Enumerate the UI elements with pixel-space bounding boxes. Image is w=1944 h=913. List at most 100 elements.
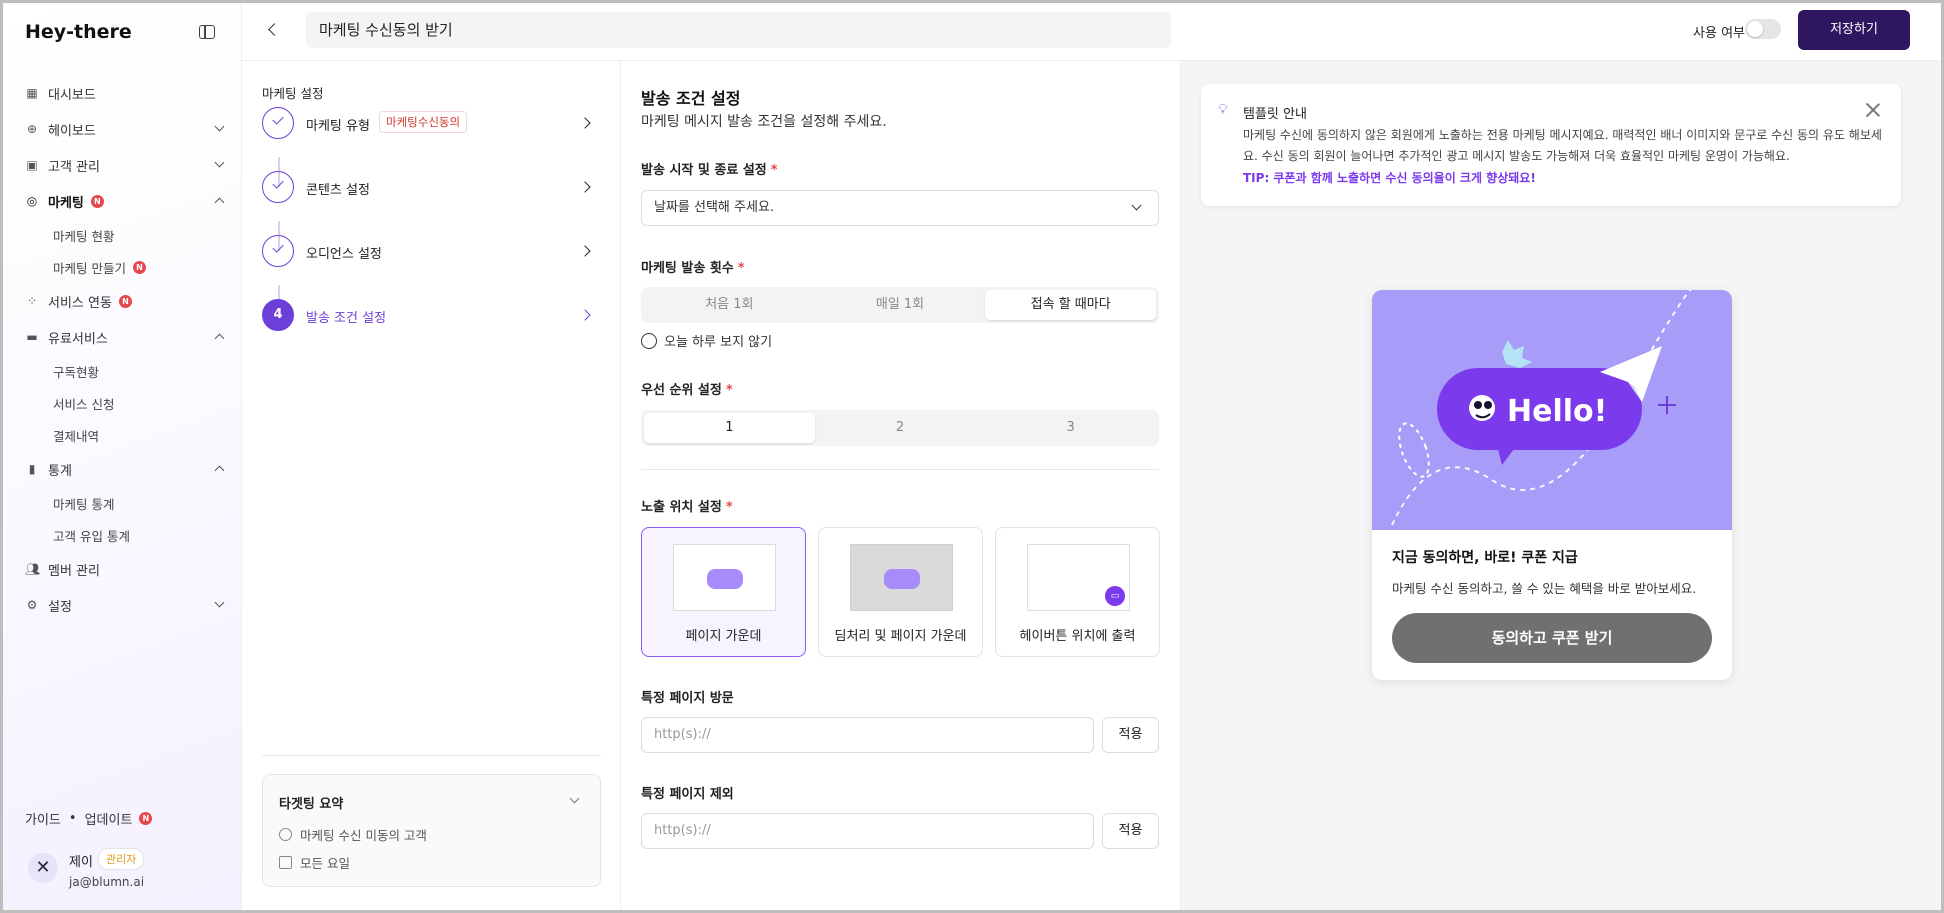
dashboard-icon: ▦ [26, 86, 38, 100]
sidebar-subitem-payments[interactable]: 결제내역 [25, 419, 225, 451]
close-icon[interactable] [1865, 102, 1881, 118]
sidebar-subitem-subscription[interactable]: 구독현황 [25, 355, 225, 387]
visit-url-input[interactable]: http(s):// [641, 717, 1094, 753]
new-badge: N [139, 812, 153, 825]
chat-bubble-icon: ▭ [1105, 586, 1125, 606]
separator-dot: • [68, 811, 77, 826]
step-audience[interactable]: 오디언스 설정 [262, 235, 597, 269]
exclude-apply-button[interactable]: 적용 [1102, 813, 1159, 849]
step-number: 4 [262, 299, 294, 331]
position-option-heybutton[interactable]: ▭ 헤이버튼 위치에 출력 [995, 527, 1160, 657]
step-send-conditions[interactable]: 4 발송 조건 설정 [262, 299, 597, 333]
steps-title: 마케팅 설정 [262, 86, 324, 101]
summary-title: 타겟팅 요약 [279, 797, 344, 812]
sidebar-subitem-marketing-create[interactable]: 마케팅 만들기 N [25, 251, 225, 283]
use-toggle[interactable] [1745, 19, 1781, 39]
sidebar-item-settings[interactable]: ⚙ 설정 [25, 587, 225, 623]
user-profile[interactable]: ✕ 제이 관리자 ja@blumn.ai [25, 848, 225, 894]
sidebar-item-marketing[interactable]: ◎ 마케팅 N [25, 183, 225, 219]
required-mark: * [725, 383, 733, 398]
sidebar-item-customers[interactable]: ▣ 고객 관리 [25, 147, 225, 183]
priority-segmented-control: 1 2 3 [641, 410, 1159, 446]
frequency-option-every-visit[interactable]: 접속 할 때마다 [985, 290, 1157, 320]
required-mark: * [770, 163, 778, 178]
hide-today-checkbox[interactable]: 오늘 하루 보지 않기 [641, 331, 772, 350]
sidebar-item-heyboard[interactable]: ⊕ 헤이보드 [25, 111, 225, 147]
marketing-type-tag: 마케팅수신동의 [379, 111, 468, 133]
sidebar-subitem-marketing-stats[interactable]: 마케팅 통계 [25, 487, 225, 519]
back-arrow-icon[interactable] [268, 23, 281, 36]
sidebar-item-dashboard[interactable]: ▦ 대시보드 [25, 75, 225, 111]
step-label: 마케팅 유형 [306, 119, 370, 134]
banner-hello-text: Hello! [1507, 394, 1607, 429]
frequency-option-daily-once[interactable]: 매일 1회 [815, 290, 986, 320]
sidebar-nav: ▦ 대시보드 ⊕ 헤이보드 ▣ 고객 관리 ◎ 마케팅 N 마케팅 현황 마케팅… [25, 75, 225, 623]
chevron-down-icon [1131, 200, 1142, 211]
check-circle-icon [262, 107, 294, 139]
guide-link[interactable]: 가이드 [25, 809, 61, 828]
chevron-down-icon[interactable] [569, 793, 580, 804]
required-mark: * [737, 261, 745, 276]
sidebar-item-paid-services[interactable]: ▬ 유료서비스 [25, 319, 225, 355]
new-badge: N [90, 194, 104, 208]
summary-row: 모든 요일 [279, 853, 350, 872]
checkbox-circle-icon[interactable] [641, 332, 657, 349]
visit-apply-button[interactable]: 적용 [1102, 717, 1159, 753]
chevron-up-icon [214, 197, 225, 208]
plus-circle-icon: ⊕ [26, 122, 38, 136]
calendar-icon [279, 856, 292, 869]
frequency-option-first-once[interactable]: 처음 1회 [644, 290, 815, 320]
sidebar-item-members[interactable]: 👥︎ 멤버 관리 [25, 551, 225, 587]
targeting-summary[interactable]: 타겟팅 요약 마케팅 수신 미동의 고객 모든 요일 [262, 774, 601, 887]
exclude-label: 특정 페이지 제외 [641, 787, 734, 802]
sidebar-item-label: 마케팅 만들기 [53, 260, 126, 276]
step-marketing-type[interactable]: 마케팅 유형 마케팅수신동의 [262, 107, 597, 141]
date-select[interactable]: 날짜를 선택해 주세요. [641, 190, 1159, 226]
priority-label: 우선 순위 설정 * [641, 379, 733, 398]
sidebar-item-integrations[interactable]: ⁘ 서비스 연동 N [25, 283, 225, 319]
sidebar-item-label: 멤버 관리 [48, 563, 100, 579]
position-option-center[interactable]: 페이지 가운데 [641, 527, 806, 657]
sidebar-item-label: 대시보드 [48, 87, 96, 103]
sidebar-item-statistics[interactable]: ▮ 통계 [25, 451, 225, 487]
campaign-title-input[interactable]: 마케팅 수신동의 받기 [306, 12, 1171, 48]
position-label-text: 노출 위치 설정 [641, 500, 722, 515]
chevron-right-icon [579, 245, 591, 257]
chevron-right-icon [579, 309, 591, 321]
steps-panel: 마케팅 설정 마케팅 유형 마케팅수신동의 콘텐츠 설정 오디언스 설정 4 발… [242, 61, 621, 910]
step-content[interactable]: 콘텐츠 설정 [262, 171, 597, 205]
sidebar-footer: 가이드 • 업데이트 N [25, 809, 153, 828]
priority-option-2[interactable]: 2 [815, 413, 986, 443]
priority-option-1[interactable]: 1 [644, 413, 815, 443]
frequency-label-text: 마케팅 발송 횟수 [641, 261, 734, 276]
chat-user-icon: ▣ [26, 158, 38, 172]
date-label-text: 발송 시작 및 종료 설정 [641, 163, 767, 178]
lightbulb-icon: 💡︎ [1218, 102, 1228, 118]
hello-banner-image: Hello! [1372, 290, 1732, 530]
update-link[interactable]: 업데이트 [85, 809, 133, 828]
sidebar-subitem-marketing-status[interactable]: 마케팅 현황 [25, 219, 225, 251]
position-label: 노출 위치 설정 * [641, 496, 733, 515]
agree-coupon-button[interactable]: 동의하고 쿠폰 받기 [1392, 613, 1712, 663]
sidebar-subitem-inflow-stats[interactable]: 고객 유입 통계 [25, 519, 225, 551]
sidebar-item-label: 헤이보드 [48, 123, 96, 139]
step-label: 발송 조건 설정 [306, 311, 387, 326]
divider [641, 469, 1159, 470]
summary-audience: 마케팅 수신 미동의 고객 [300, 828, 427, 843]
save-button[interactable]: 저장하기 [1798, 10, 1910, 50]
sidebar-item-label: 서비스 연동 [48, 295, 112, 311]
position-option-label: 페이지 가운데 [685, 629, 762, 644]
grid-icon: ⁘ [26, 294, 38, 308]
priority-option-3[interactable]: 3 [985, 413, 1156, 443]
exclude-url-input[interactable]: http(s):// [641, 813, 1094, 849]
guide-body: 마케팅 수신에 동의하지 않은 회원에게 노출하는 전용 마케팅 메시지예요. … [1243, 128, 1882, 163]
date-label: 발송 시작 및 종료 설정 * [641, 159, 778, 178]
sidebar-subitem-service-request[interactable]: 서비스 신청 [25, 387, 225, 419]
step-label: 콘텐츠 설정 [306, 183, 370, 198]
heybutton-preview-icon: ▭ [1027, 544, 1130, 611]
sidebar-toggle-icon[interactable] [199, 25, 215, 39]
popup-description: 마케팅 수신 동의하고, 쓸 수 있는 혜택을 바로 받아보세요. [1392, 581, 1697, 596]
popup-preview: Hello! 지금 동의하면, 바로! 쿠폰 지급 마케팅 수신 동의하고, 쓸… [1372, 290, 1732, 680]
users-icon: 👥︎ [25, 562, 41, 576]
position-option-dimmed-center[interactable]: 딤처리 및 페이지 가운데 [818, 527, 983, 657]
